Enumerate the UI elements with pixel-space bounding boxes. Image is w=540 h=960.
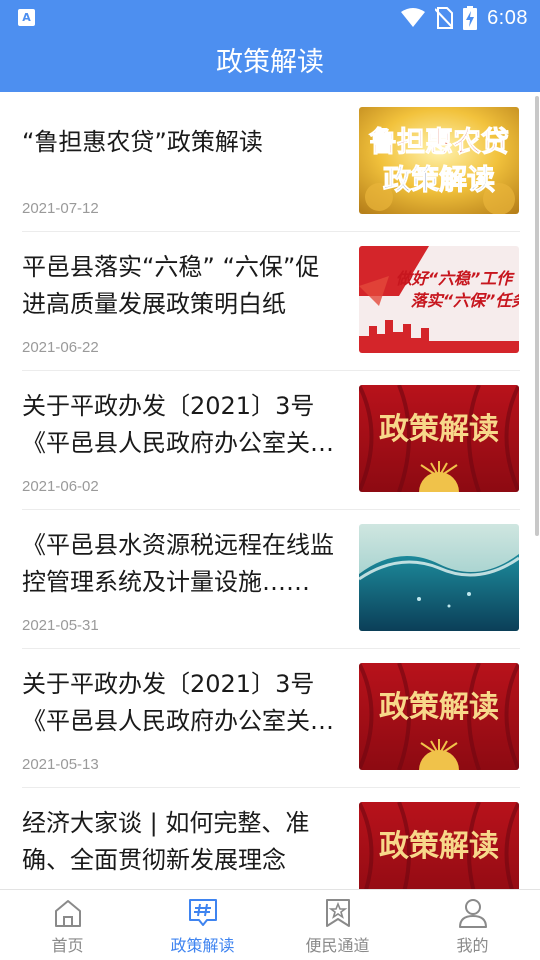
article-title: “鲁担惠农贷”政策解读 bbox=[22, 128, 263, 156]
article-title: 平邑县落实“六稳” “六保”促进高质量发展政策明白纸 bbox=[22, 253, 320, 318]
svg-text:政策解读: 政策解读 bbox=[379, 829, 499, 864]
svg-text:鲁担惠农贷: 鲁担惠农贷 bbox=[369, 125, 509, 158]
wifi-icon bbox=[401, 8, 426, 27]
article-thumbnail bbox=[359, 524, 519, 631]
app-notification-icon: A bbox=[18, 9, 35, 26]
list-item[interactable]: 平邑县落实“六稳” “六保”促进高质量发展政策明白纸 2021-06-22 做好… bbox=[22, 231, 520, 371]
tab-profile[interactable]: 我的 bbox=[405, 890, 540, 960]
tab-home[interactable]: 首页 bbox=[0, 890, 135, 960]
article-thumbnail: 鲁担惠农贷 政策解读 bbox=[359, 107, 519, 214]
svg-text:落实“六保”任务: 落实“六保”任务 bbox=[411, 291, 519, 310]
article-thumbnail: 政策解读 bbox=[359, 663, 519, 770]
article-title: 经济大家谈 | 如何完整、准确、全面贯彻新发展理念 bbox=[22, 809, 310, 874]
tab-label: 便民通道 bbox=[305, 936, 370, 955]
svg-text:政策解读: 政策解读 bbox=[379, 412, 499, 447]
article-thumbnail: 政策解读 bbox=[359, 802, 519, 890]
article-date: 2021-06-22 bbox=[22, 339, 99, 356]
article-date: 2021-06-02 bbox=[22, 478, 99, 495]
tab-label: 政策解读 bbox=[170, 936, 235, 955]
bottom-tab-bar: 首页 政策解读 便民通道 我的 bbox=[0, 889, 540, 960]
article-title: 《平邑县水资源税远程在线监控管理系统及计量设施…… bbox=[22, 531, 334, 596]
person-icon bbox=[458, 899, 487, 928]
hashtag-chat-icon bbox=[188, 899, 217, 926]
svg-text:政策解读: 政策解读 bbox=[383, 163, 495, 196]
list-item[interactable]: 《平邑县水资源税远程在线监控管理系统及计量设施…… 2021-05-31 bbox=[22, 509, 520, 649]
battery-charging-icon bbox=[463, 6, 478, 30]
list-item[interactable]: 经济大家谈 | 如何完整、准确、全面贯彻新发展理念 政策解读 bbox=[22, 787, 520, 890]
list-item[interactable]: 关于平政办发〔2021〕3号《平邑县人民政府办公室关于印发平邑县…… 2021-… bbox=[22, 370, 520, 510]
home-icon bbox=[54, 900, 81, 927]
page-title: 政策解读 bbox=[0, 36, 540, 92]
scrollbar[interactable] bbox=[535, 96, 539, 536]
article-list[interactable]: “鲁担惠农贷”政策解读 2021-07-12 鲁担惠农贷 政策解读 平邑县落实“… bbox=[0, 92, 540, 890]
tab-policy[interactable]: 政策解读 bbox=[135, 890, 270, 960]
article-date: 2021-07-12 bbox=[22, 200, 99, 217]
article-date: 2021-05-31 bbox=[22, 617, 99, 634]
svg-text:做好“六稳”工作: 做好“六稳”工作 bbox=[396, 269, 516, 288]
status-bar: A 6:08 bbox=[0, 0, 540, 36]
tab-label: 我的 bbox=[456, 936, 489, 955]
bookmark-star-icon bbox=[325, 899, 350, 927]
list-item[interactable]: “鲁担惠农贷”政策解读 2021-07-12 鲁担惠农贷 政策解读 bbox=[22, 92, 520, 232]
no-sim-icon bbox=[435, 7, 454, 29]
tab-label: 首页 bbox=[51, 936, 84, 955]
article-title: 关于平政办发〔2021〕3号《平邑县人民政府办公室关于印发平邑县…… bbox=[22, 670, 334, 735]
status-time: 6:08 bbox=[487, 6, 528, 29]
article-thumbnail: 做好“六稳”工作 落实“六保”任务 bbox=[359, 246, 519, 353]
list-item[interactable]: 关于平政办发〔2021〕3号《平邑县人民政府办公室关于印发平邑县…… 2021-… bbox=[22, 648, 520, 788]
article-thumbnail: 政策解读 bbox=[359, 385, 519, 492]
svg-text:政策解读: 政策解读 bbox=[379, 690, 499, 725]
tab-services[interactable]: 便民通道 bbox=[270, 890, 405, 960]
article-date: 2021-05-13 bbox=[22, 756, 99, 773]
article-title: 关于平政办发〔2021〕3号《平邑县人民政府办公室关于印发平邑县…… bbox=[22, 392, 334, 457]
